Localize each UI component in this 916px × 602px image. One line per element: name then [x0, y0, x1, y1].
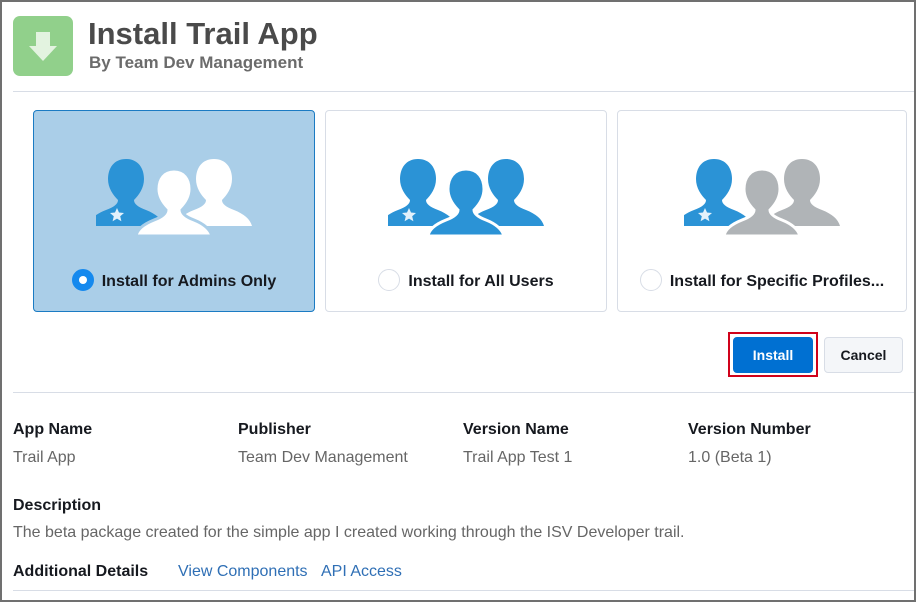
radio-specific-profiles[interactable]: [639, 269, 662, 291]
description-label: Description: [13, 497, 102, 514]
all-users-icon: [388, 159, 544, 238]
publisher-subtitle: By Team Dev Management: [89, 53, 304, 72]
publisher-value: Team Dev Management: [238, 449, 408, 466]
app-name-value: Trail App: [13, 449, 76, 466]
option-label: Install for Admins Only: [34, 269, 314, 293]
specific-profiles-icon: [684, 159, 840, 238]
radio-all-users[interactable]: [378, 269, 401, 291]
view-components-link[interactable]: View Components: [178, 562, 308, 582]
publisher-label: Publisher: [238, 421, 311, 438]
bottom-divider: [13, 590, 914, 591]
version-name-value: Trail App Test 1: [463, 449, 573, 466]
admin-users-icon: [96, 159, 252, 238]
option-admins-only[interactable]: Install for Admins Only: [33, 110, 315, 312]
actions-divider: [13, 392, 914, 393]
page-title: Install Trail App: [88, 16, 318, 51]
option-label: Install for Specific Profiles...: [618, 269, 906, 293]
admin-person: [96, 159, 164, 226]
api-access-link[interactable]: API Access: [321, 562, 402, 582]
download-arrow-icon: [13, 16, 73, 76]
cancel-button[interactable]: Cancel: [824, 337, 903, 373]
app-name-label: App Name: [13, 421, 93, 438]
option-all-users[interactable]: Install for All Users: [325, 110, 607, 312]
option-specific-profiles[interactable]: Install for Specific Profiles...: [617, 110, 907, 312]
description-text: The beta package created for the simple …: [13, 524, 685, 541]
header-divider: [13, 91, 914, 92]
radio-admins-only[interactable]: [71, 269, 94, 291]
version-name-label: Version Name: [463, 421, 569, 438]
version-number-label: Version Number: [688, 421, 811, 438]
additional-details-label: Additional Details: [13, 563, 149, 580]
version-number-value: 1.0 (Beta 1): [688, 449, 772, 466]
install-button[interactable]: Install: [733, 337, 813, 373]
option-label: Install for All Users: [326, 269, 606, 293]
